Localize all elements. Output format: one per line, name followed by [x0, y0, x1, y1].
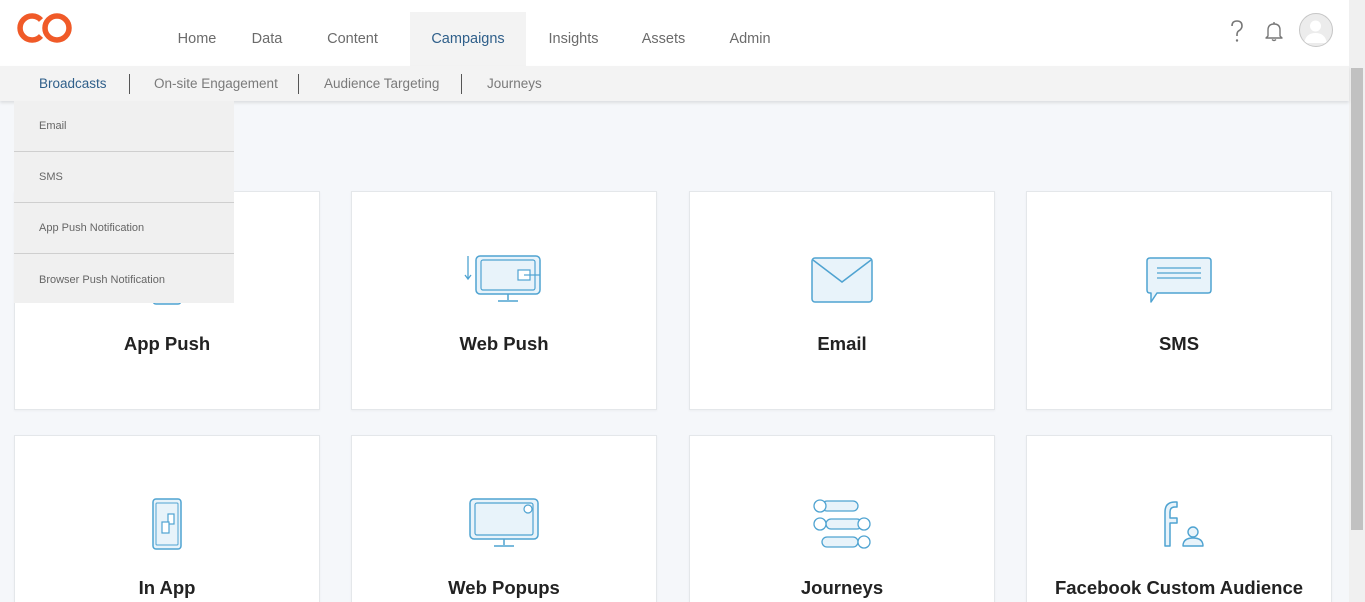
- dropdown-item-sms[interactable]: SMS: [14, 152, 234, 203]
- subnav-divider: [129, 74, 130, 94]
- subnav-audience-targeting[interactable]: Audience Targeting: [324, 66, 439, 101]
- card-journeys[interactable]: Journeys: [689, 435, 995, 602]
- nav-data[interactable]: Data: [239, 12, 295, 66]
- dropdown-item-email[interactable]: Email: [14, 101, 234, 152]
- nav-content[interactable]: Content: [295, 12, 410, 66]
- bell-icon[interactable]: [1263, 20, 1285, 42]
- top-bar: Home Data Content Campaigns Insights Ass…: [0, 0, 1349, 66]
- dropdown-item-app-push-notification[interactable]: App Push Notification: [14, 203, 234, 254]
- card-label: App Push: [123, 333, 211, 354]
- subnav-onsite-engagement[interactable]: On-site Engagement: [154, 66, 278, 101]
- card-label: Web Push: [459, 333, 549, 354]
- card-facebook-custom-audience[interactable]: Facebook Custom Audience: [1026, 435, 1332, 602]
- card-web-push[interactable]: Web Push: [351, 191, 657, 410]
- user-avatar[interactable]: [1299, 13, 1333, 47]
- web-push-monitor-icon: [464, 255, 541, 302]
- card-label: Facebook Custom Audience: [1054, 577, 1304, 598]
- nav-assets[interactable]: Assets: [621, 12, 706, 66]
- nav-home[interactable]: Home: [155, 12, 239, 66]
- subnav-divider: [461, 74, 462, 94]
- web-popup-monitor-icon: [469, 498, 539, 547]
- subnav-divider: [298, 74, 299, 94]
- card-email[interactable]: Email: [689, 191, 995, 410]
- user-avatar-icon: [1304, 20, 1327, 43]
- in-app-phone-icon: [152, 498, 182, 550]
- help-icon[interactable]: [1226, 18, 1248, 44]
- envelope-icon: [811, 257, 873, 303]
- brand-logo[interactable]: [13, 11, 75, 45]
- main-nav: Home Data Content Campaigns Insights Ass…: [155, 12, 794, 66]
- subnav-journeys[interactable]: Journeys: [487, 66, 542, 101]
- card-label: Web Popups: [448, 577, 560, 598]
- nav-insights[interactable]: Insights: [526, 12, 621, 66]
- nav-campaigns[interactable]: Campaigns: [410, 12, 526, 66]
- card-in-app[interactable]: In App: [14, 435, 320, 602]
- subnav-broadcasts[interactable]: Broadcasts: [39, 66, 107, 101]
- sub-nav: Broadcasts On-site Engagement Audience T…: [0, 66, 1349, 101]
- card-label: In App: [138, 577, 196, 598]
- nav-admin[interactable]: Admin: [706, 12, 794, 66]
- card-label: Journeys: [800, 577, 884, 598]
- card-sms[interactable]: SMS: [1026, 191, 1332, 410]
- card-web-popups[interactable]: Web Popups: [351, 435, 657, 602]
- chat-bubble-icon: [1146, 257, 1212, 303]
- broadcasts-dropdown: Email SMS App Push Notification Browser …: [14, 101, 234, 303]
- scrollbar-thumb[interactable]: [1351, 68, 1363, 530]
- journeys-flow-icon: [813, 499, 871, 549]
- facebook-audience-icon: [1164, 501, 1204, 547]
- dropdown-item-browser-push-notification[interactable]: Browser Push Notification: [14, 254, 234, 305]
- card-label: SMS: [1158, 333, 1200, 354]
- card-label: Email: [817, 333, 867, 354]
